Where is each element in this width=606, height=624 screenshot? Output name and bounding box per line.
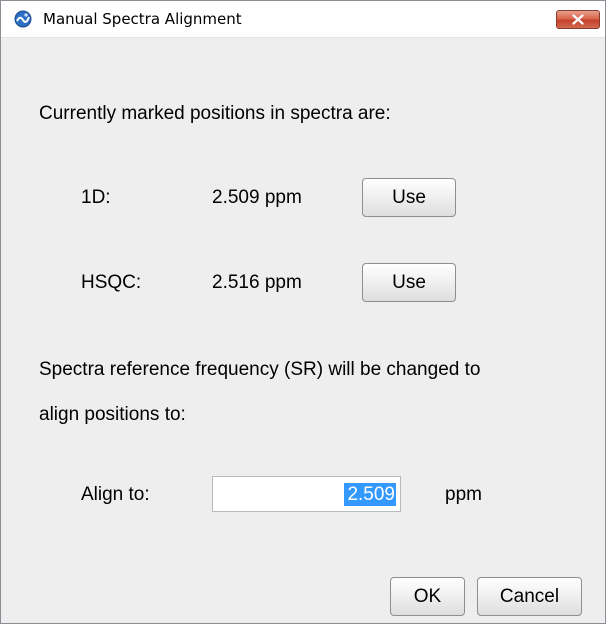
use-hsqc-button[interactable]: Use [362,263,456,302]
position-value-hsqc: 2.516 ppm [212,272,302,293]
dialog-window: Manual Spectra Alignment Currently marke… [0,0,606,624]
cancel-button[interactable]: Cancel [477,577,582,616]
align-to-label: Align to: [81,484,150,505]
intro-text: Currently marked positions in spectra ar… [39,103,391,124]
position-label-1d: 1D: [81,187,111,208]
dialog-content: Currently marked positions in spectra ar… [1,38,605,623]
close-icon [572,14,584,25]
note-text-line2: align positions to: [39,404,186,425]
align-unit-label: ppm [445,484,482,505]
app-icon [14,10,32,28]
position-value-1d: 2.509 ppm [212,187,302,208]
use-1d-button[interactable]: Use [362,178,456,217]
align-to-value: 2.509 [344,483,396,506]
window-title: Manual Spectra Alignment [43,10,242,28]
close-button[interactable] [556,10,600,29]
note-text-line1: Spectra reference frequency (SR) will be… [39,359,481,380]
ok-button[interactable]: OK [390,577,465,616]
align-to-input[interactable]: 2.509 [212,476,401,512]
title-bar[interactable]: Manual Spectra Alignment [1,1,605,38]
position-label-hsqc: HSQC: [81,272,142,293]
